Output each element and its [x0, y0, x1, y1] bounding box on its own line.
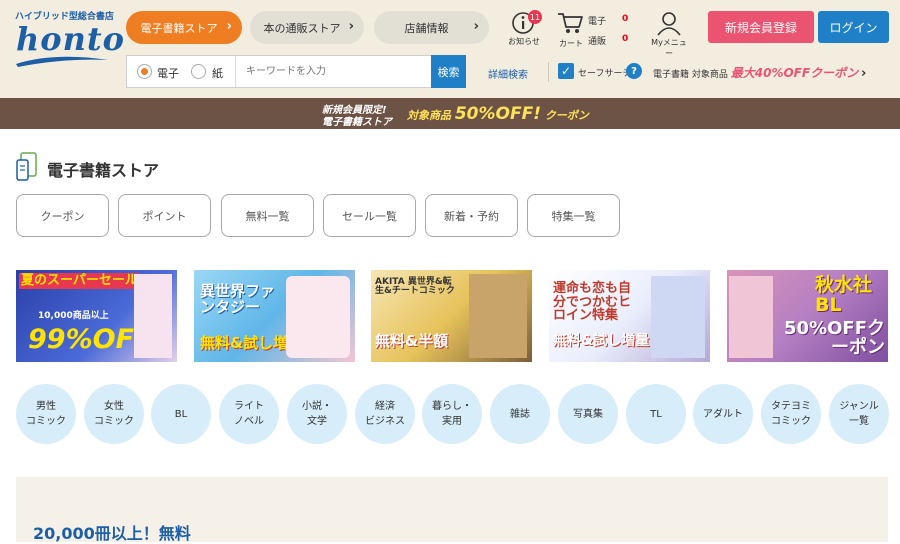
- tab-book-shop[interactable]: 本の通販ストア ›: [250, 11, 364, 44]
- tab-label: 店舗情報: [404, 21, 449, 35]
- safe-search-checkbox[interactable]: ✓: [558, 63, 574, 79]
- cart-mail-count: 0: [622, 34, 629, 44]
- banner-text: 無料&半額: [375, 332, 449, 350]
- mymenu-label: Myメニュー: [651, 38, 687, 58]
- promo-banner[interactable]: 新規会員限定! 電子書籍ストア 対象商品 50%OFF! クーポン: [0, 98, 900, 129]
- tab-label: 電子書籍ストア: [140, 21, 218, 35]
- banner-summer-sale[interactable]: 夏のスーパーセール 10,000商品以上 99%OFF: [16, 270, 177, 362]
- chevron-right-icon: ›: [473, 19, 479, 34]
- banner-art: [286, 276, 350, 358]
- genre-photobook[interactable]: 写真集: [558, 384, 618, 444]
- notice-label: お知らせ: [508, 37, 540, 46]
- genre-adult[interactable]: アダルト: [693, 384, 753, 444]
- free-section: 20,000冊以上！無料: [16, 477, 888, 543]
- banner-text: 秋水社 BL: [815, 274, 873, 316]
- pill-point[interactable]: ポイント: [118, 194, 211, 237]
- ebook-device-icon: [16, 152, 37, 181]
- banner-art: [651, 276, 705, 358]
- banner-text: 無料&試し増量: [553, 333, 650, 349]
- search-input[interactable]: [235, 56, 430, 87]
- genre-mens-comic[interactable]: 男性 コミック: [16, 384, 76, 444]
- user-icon: [657, 12, 681, 36]
- cart-ebook-count: 0: [622, 14, 629, 24]
- pill-feature-list[interactable]: 特集一覧: [527, 194, 620, 237]
- logo-swoosh-icon: [16, 56, 108, 67]
- cart-ebook-label: 電子: [588, 17, 607, 27]
- coupon-emphasis: 最大40%OFFクーポン: [730, 66, 859, 80]
- genre-novel-literature[interactable]: 小説・ 文学: [287, 384, 347, 444]
- chevron-right-icon: ›: [226, 19, 232, 34]
- chevron-right-icon: ›: [348, 19, 354, 34]
- banner-text: 夏のスーパーセール: [19, 273, 140, 289]
- banner-text: 運命も恋も自分でつかむヒロイン特集: [553, 281, 632, 324]
- ebook-coupon-link[interactable]: 電子書籍 対象商品 最大40%OFFクーポン ›: [653, 64, 866, 81]
- banner-text: AKITA 異世界&転生&チートコミック: [375, 277, 455, 297]
- genre-womens-comic[interactable]: 女性 コミック: [84, 384, 144, 444]
- genre-magazine[interactable]: 雑誌: [490, 384, 550, 444]
- genre-all[interactable]: ジャンル 一覧: [829, 384, 889, 444]
- tab-ebook-store[interactable]: 電子書籍ストア ›: [126, 11, 242, 44]
- cart-icon: [558, 13, 583, 33]
- pill-free-list[interactable]: 無料一覧: [221, 194, 314, 237]
- login-button[interactable]: ログイン: [818, 11, 889, 43]
- promo-line2: 電子書籍ストア: [322, 117, 392, 128]
- site-header: ハイブリッド型総合書店 honto 電子書籍ストア › 本の通販ストア › 店舗…: [0, 0, 900, 98]
- banner-text: 10,000商品以上: [38, 311, 109, 321]
- cart-mail-label: 通販: [588, 37, 607, 47]
- notice-button[interactable]: お知らせ 11: [507, 10, 542, 47]
- genre-bl[interactable]: BL: [151, 384, 211, 444]
- banner-text: 異世界ファンタジー: [200, 282, 276, 316]
- promo-suffix: クーポン: [544, 109, 589, 122]
- genre-light-novel[interactable]: ライト ノベル: [219, 384, 279, 444]
- banner-isekai-fantasy[interactable]: 異世界ファンタジー 無料&試し増量: [194, 270, 355, 362]
- pill-new-preorder[interactable]: 新着・予約: [425, 194, 518, 237]
- banner-art: [729, 276, 773, 358]
- promo-offer: 対象商品 50%OFF! クーポン: [407, 104, 589, 124]
- banner-art: [134, 274, 172, 358]
- genre-tl[interactable]: TL: [626, 384, 686, 444]
- page-title: 電子書籍ストア: [47, 161, 160, 180]
- pill-coupon[interactable]: クーポン: [16, 194, 109, 237]
- radio-ebook-label: 電子: [157, 67, 179, 80]
- free-section-title: 20,000冊以上！無料: [33, 524, 191, 543]
- advanced-search-link[interactable]: 詳細検索: [488, 66, 528, 81]
- register-button[interactable]: 新規会員登録: [708, 11, 814, 43]
- tab-store-info[interactable]: 店舗情報 ›: [374, 11, 489, 44]
- search-bar: 電子 紙 検索: [126, 55, 466, 88]
- promo-percent: 50%OFF!: [454, 104, 541, 124]
- cart-label: カート: [559, 39, 583, 48]
- radio-paper-label: 紙: [212, 67, 223, 80]
- banner-akita-comic[interactable]: AKITA 異世界&転生&チートコミック 無料&半額: [371, 270, 532, 362]
- genre-webtoon[interactable]: タテヨミ コミック: [761, 384, 821, 444]
- banner-heroine-feature[interactable]: 運命も恋も自分でつかむヒロイン特集 無料&試し増量: [549, 270, 710, 362]
- radio-ebook[interactable]: [137, 64, 152, 79]
- safe-search-label: セーフサーチ: [578, 69, 632, 79]
- notice-count-badge: 11: [528, 10, 542, 24]
- pill-sale-list[interactable]: セール一覧: [323, 194, 416, 237]
- mymenu-button[interactable]: Myメニュー: [648, 10, 690, 59]
- radio-paper[interactable]: [191, 64, 206, 79]
- cart-button[interactable]: カート 電子 0 通販 0: [556, 8, 636, 48]
- coupon-prefix: 電子書籍 対象商品: [653, 70, 728, 80]
- genre-lifestyle[interactable]: 暮らし・ 実用: [422, 384, 482, 444]
- divider: [548, 62, 549, 82]
- chevron-right-icon: ›: [860, 66, 867, 81]
- banner-text: 50%OFFクーポン: [784, 318, 885, 358]
- tab-label: 本の通販ストア: [263, 21, 341, 35]
- banner-art: [469, 274, 527, 358]
- genre-business[interactable]: 経済 ビジネス: [355, 384, 415, 444]
- help-icon[interactable]: ?: [626, 63, 642, 79]
- search-button[interactable]: 検索: [431, 55, 466, 88]
- banner-bl-coupon[interactable]: 秋水社 BL 50%OFFクーポン: [727, 270, 888, 362]
- promo-prefix: 対象商品: [407, 109, 451, 122]
- honto-logo[interactable]: honto: [16, 20, 125, 58]
